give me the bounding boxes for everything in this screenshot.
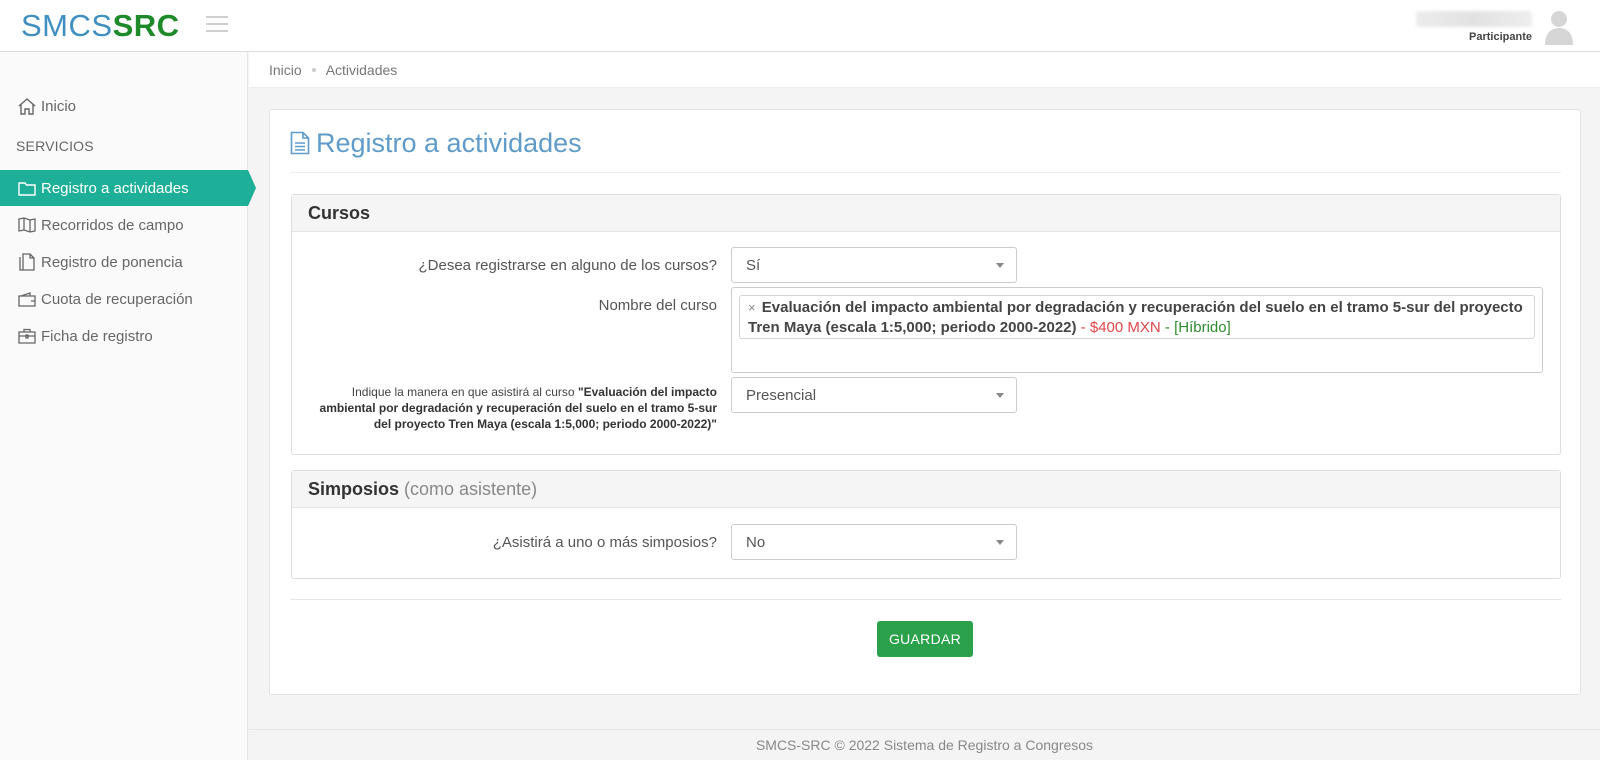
symposia-heading-sub: (como asistente) <box>404 478 538 499</box>
breadcrumb-separator <box>311 67 316 72</box>
footer-text: SMCS-SRC © 2022 Sistema de Registro a Co… <box>755 737 1094 753</box>
courses-section: Cursos ¿Desea registrarse en alguno de l… <box>291 194 1561 455</box>
course-name-label: Nombre del curso <box>598 297 717 314</box>
user-name-blurred <box>1416 11 1532 27</box>
register-courses-select[interactable]: Sí <box>731 247 1017 283</box>
symposia-value: No <box>746 533 766 551</box>
remove-tag-icon[interactable]: × <box>748 300 756 315</box>
sidebar-item-label: Inicio <box>41 97 77 115</box>
sidebar-item-recorridos[interactable]: Recorridos de campo <box>0 207 248 243</box>
main-panel: Registro a actividades Cursos ¿Desea reg… <box>269 109 1581 695</box>
chevron-down-icon <box>996 393 1004 398</box>
sidebar-item-home[interactable]: Inicio <box>0 88 248 124</box>
selected-course-tag: × Evaluación del impacto ambiental por d… <box>739 295 1535 339</box>
user-role: Participante <box>1469 31 1532 43</box>
map-icon <box>17 216 36 234</box>
attendance-label-prefix: Indique la manera en que asistirá al cur… <box>351 385 578 399</box>
breadcrumb-item-home[interactable]: Inicio <box>269 62 302 78</box>
breadcrumb-item-current: Actividades <box>325 61 398 78</box>
breadcrumb: Inicio Actividades <box>249 52 1600 88</box>
divider <box>290 599 1561 600</box>
divider <box>290 172 1561 173</box>
attendance-mode-select[interactable]: Presencial <box>731 377 1017 413</box>
sidebar-item-label: Ficha de registro <box>41 327 153 345</box>
user-menu[interactable]: Participante <box>1416 6 1574 48</box>
top-bar: SMCSSRC Participante <box>0 0 1600 52</box>
courses-heading: Cursos <box>292 195 1560 232</box>
file-text-icon <box>290 131 310 155</box>
sidebar-item-registro-actividades[interactable]: Registro a actividades <box>0 170 256 206</box>
courses-heading-text: Cursos <box>308 202 371 223</box>
footer: SMCS-SRC © 2022 Sistema de Registro a Co… <box>249 729 1600 760</box>
sidebar-item-label: Cuota de recuperación <box>41 290 193 308</box>
briefcase-icon <box>17 327 36 345</box>
symposia-heading-text: Simposios <box>308 478 400 499</box>
sidebar-item-ponencia[interactable]: Registro de ponencia <box>0 244 248 280</box>
selected-course-mode: [Híbrido] <box>1174 319 1231 336</box>
course-name-multiselect[interactable]: × Evaluación del impacto ambiental por d… <box>731 287 1543 373</box>
page-title-text: Registro a actividades <box>316 127 582 158</box>
symposia-question-label: ¿Asistirá a uno o más simposios? <box>492 534 717 551</box>
register-question-label: ¿Desea registrarse en alguno de los curs… <box>418 257 718 274</box>
logo-part2: SRC <box>112 8 180 43</box>
symposia-heading: Simposios (como asistente) <box>292 471 1560 508</box>
folder-icon <box>17 179 36 197</box>
page-title: Registro a actividades <box>290 126 582 160</box>
register-courses-value: Sí <box>746 256 761 274</box>
sidebar-item-label: Registro de ponencia <box>41 253 183 271</box>
symposia-select[interactable]: No <box>731 524 1017 560</box>
sidebar: Inicio SERVICIOS Registro a actividades … <box>0 52 256 760</box>
selected-course-price: $400 MXN <box>1089 319 1161 336</box>
save-button[interactable]: GUARDAR <box>877 621 973 657</box>
sidebar-item-cuota[interactable]: Cuota de recuperación <box>0 281 248 317</box>
document-icon <box>17 253 36 271</box>
sidebar-item-label: Recorridos de campo <box>41 216 184 234</box>
logo-part1: SMCS <box>21 8 113 43</box>
attendance-mode-value: Presencial <box>746 386 817 404</box>
home-icon <box>17 97 36 115</box>
avatar-icon[interactable] <box>1544 8 1574 46</box>
attendance-label: Indique la manera en que asistirá al cur… <box>317 384 717 432</box>
sidebar-section-label: SERVICIOS <box>16 138 94 154</box>
tag-separator: - <box>1076 319 1090 336</box>
chevron-down-icon <box>996 263 1004 268</box>
tag-separator: - <box>1160 319 1175 336</box>
menu-toggle-icon[interactable] <box>206 16 228 34</box>
sidebar-item-ficha[interactable]: Ficha de registro <box>0 318 248 354</box>
chevron-down-icon <box>996 540 1004 545</box>
logo[interactable]: SMCSSRC <box>21 8 180 44</box>
sidebar-item-label: Registro a actividades <box>41 179 189 197</box>
symposia-section: Simposios (como asistente) ¿Asistirá a u… <box>291 470 1561 579</box>
wallet-icon <box>17 290 36 308</box>
